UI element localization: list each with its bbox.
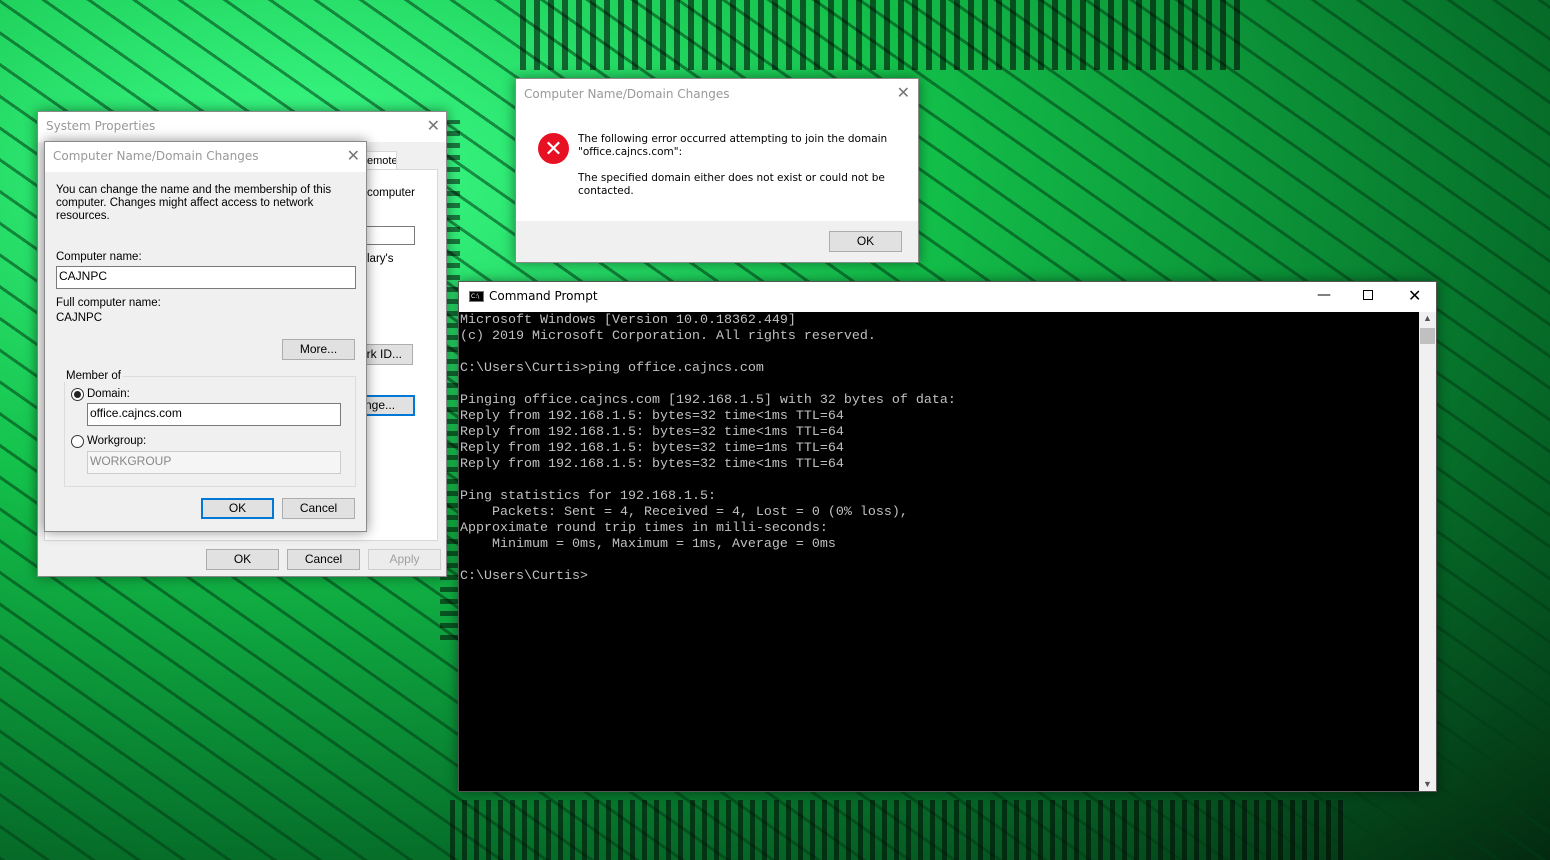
workgroup-input[interactable]: WORKGROUP [87, 451, 341, 474]
error-message: The following error occurred attempting … [578, 133, 888, 158]
cancel-button[interactable]: Cancel [287, 549, 360, 570]
title-bar: System Properties ✕ [38, 112, 446, 142]
close-icon[interactable]: ✕ [1408, 286, 1421, 305]
computer-name-input[interactable]: CAJNPC [56, 266, 356, 289]
cmd-icon: C:\ [469, 291, 484, 302]
ok-button[interactable]: OK [201, 498, 274, 519]
window-title: Command Prompt [489, 289, 598, 303]
more-button[interactable]: More... [282, 339, 355, 360]
scroll-up-icon[interactable]: ▲ [1423, 313, 1432, 323]
close-icon[interactable]: ✕ [347, 146, 360, 165]
change-button[interactable]: nge... [363, 395, 415, 416]
domain-changes-dialog: Computer Name/Domain Changes ✕ You can c… [44, 141, 367, 532]
close-icon[interactable]: ✕ [427, 116, 440, 135]
dialog-title: Computer Name/Domain Changes [53, 149, 259, 163]
description: You can change the name and the membersh… [56, 184, 332, 222]
description-field[interactable] [363, 226, 415, 245]
scrollbar[interactable]: ▲ ▼ [1419, 312, 1436, 791]
apply-button[interactable]: Apply [368, 549, 441, 570]
full-name-value: CAJNPC [56, 312, 103, 324]
full-name-label: Full computer name: [56, 297, 161, 309]
title-bar: Computer Name/Domain Changes ✕ [45, 142, 366, 172]
panel-text: lary's [367, 253, 394, 265]
domain-label: Domain: [87, 388, 130, 400]
window-title: System Properties [46, 119, 156, 133]
panel-text: computer [367, 187, 415, 199]
console-output: Microsoft Windows [Version 10.0.18362.44… [460, 313, 956, 584]
network-id-button[interactable]: rk ID... [363, 344, 413, 365]
error-dialog: Computer Name/Domain Changes ✕ ✕ The fol… [515, 78, 919, 263]
dialog-title: Computer Name/Domain Changes [524, 87, 730, 101]
maximize-icon[interactable] [1363, 290, 1373, 300]
domain-radio[interactable] [71, 388, 84, 401]
member-of-label: Member of [64, 370, 123, 382]
ok-button[interactable]: OK [829, 231, 902, 252]
workgroup-label: Workgroup: [87, 435, 147, 447]
title-bar: Computer Name/Domain Changes ✕ [516, 79, 918, 109]
command-prompt-window: C:\ Command Prompt — ✕ Microsoft Windows… [458, 281, 1437, 792]
tab-remote[interactable]: emote [366, 151, 397, 170]
console[interactable]: Microsoft Windows [Version 10.0.18362.44… [459, 312, 1419, 791]
close-icon[interactable]: ✕ [897, 83, 910, 102]
title-bar: C:\ Command Prompt — ✕ [459, 282, 1436, 312]
scroll-down-icon[interactable]: ▼ [1423, 779, 1432, 789]
ok-button[interactable]: OK [206, 549, 279, 570]
domain-input[interactable]: office.cajncs.com [87, 403, 341, 426]
minimize-icon[interactable]: — [1317, 287, 1331, 303]
error-icon: ✕ [538, 133, 569, 164]
cancel-button[interactable]: Cancel [282, 498, 355, 519]
error-detail: The specified domain either does not exi… [578, 172, 885, 197]
computer-name-label: Computer name: [56, 251, 142, 263]
workgroup-radio[interactable] [71, 435, 84, 448]
scroll-thumb[interactable] [1420, 328, 1435, 344]
